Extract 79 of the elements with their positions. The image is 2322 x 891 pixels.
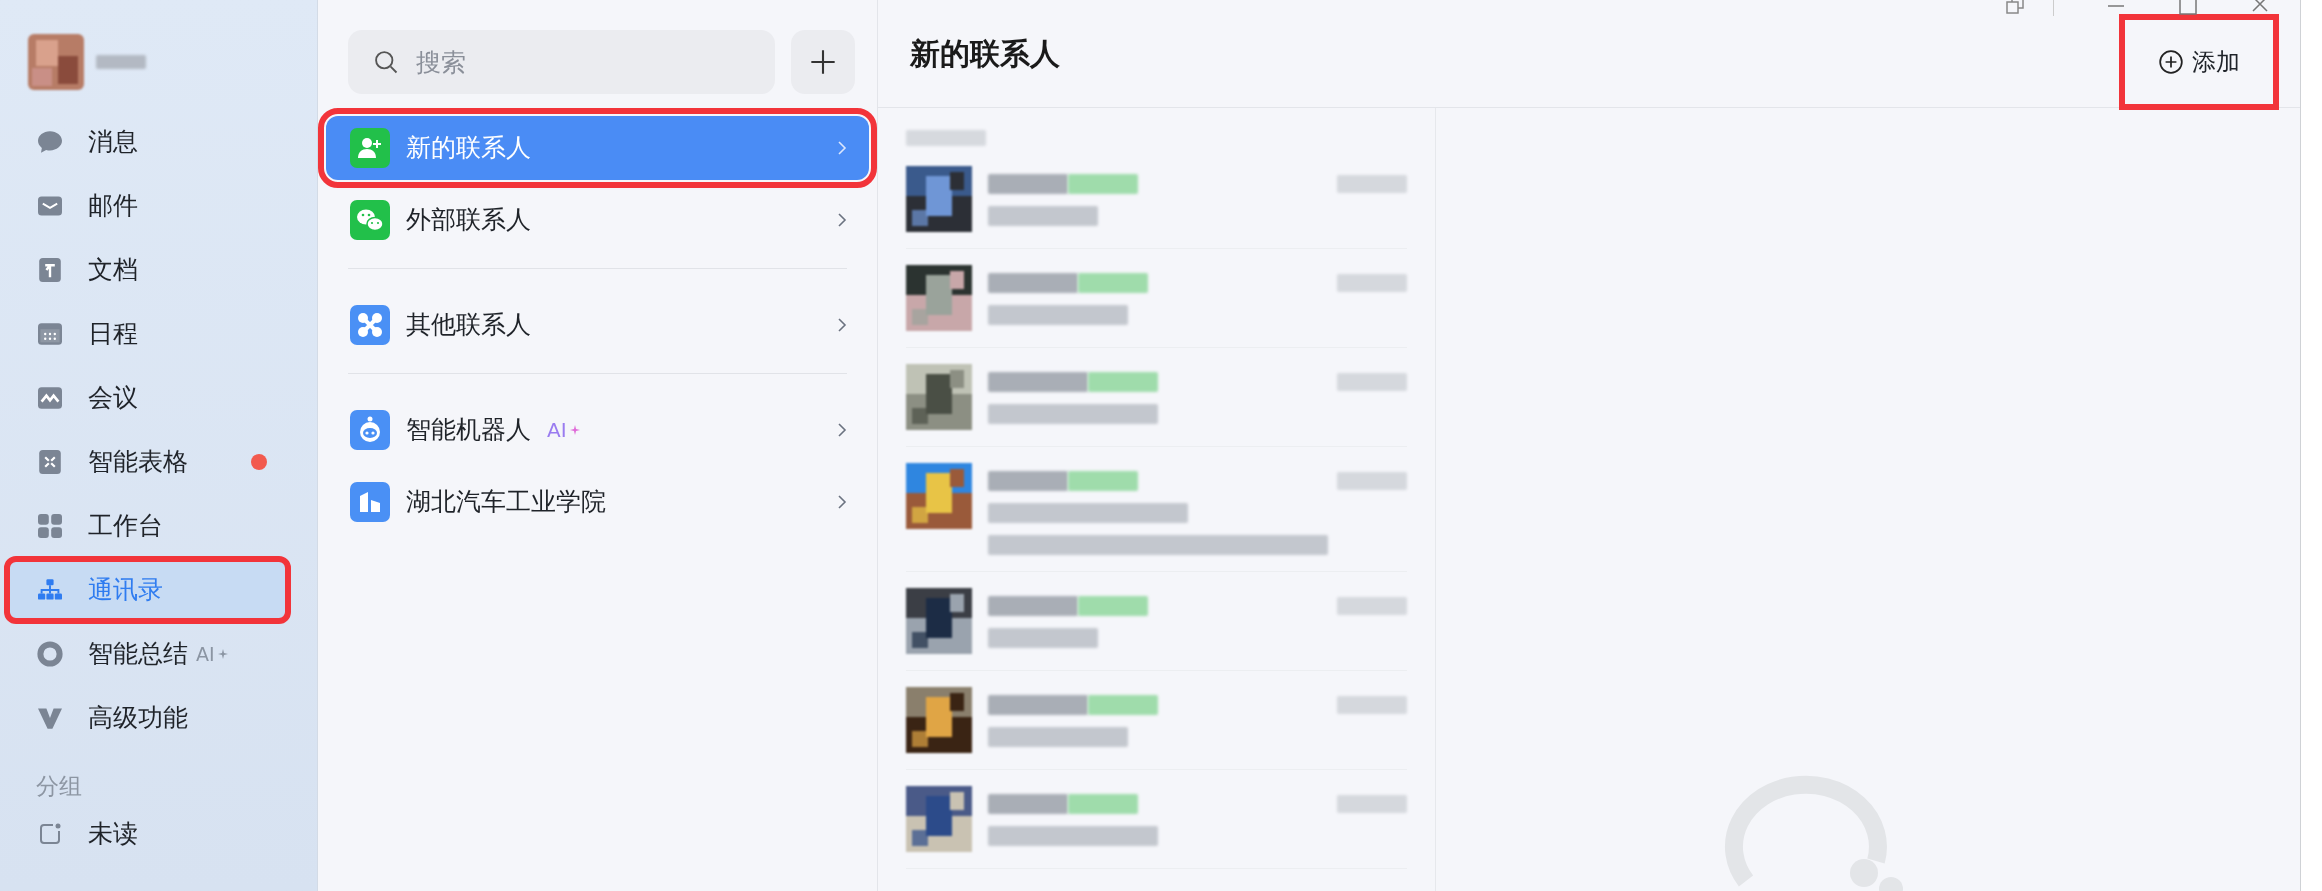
nav-label: 文档	[88, 254, 138, 287]
request-row[interactable]	[906, 588, 1407, 671]
nav-label: 消息	[88, 126, 138, 159]
add-circle-icon	[2158, 48, 2184, 75]
close-icon[interactable]	[2250, 0, 2270, 14]
maximize-icon[interactable]	[2178, 0, 2198, 16]
redacted-text	[1337, 175, 1407, 193]
redacted-text	[1337, 472, 1407, 490]
request-row[interactable]	[906, 364, 1407, 447]
add-contact-button[interactable]: 添加	[2122, 16, 2276, 107]
category-icon	[350, 410, 390, 450]
nav-label: 工作台	[88, 510, 163, 543]
redacted-text	[1068, 794, 1138, 814]
category-icon	[350, 128, 390, 168]
plus-icon	[809, 48, 837, 76]
nav-item[interactable]: 会议	[8, 368, 287, 428]
chevron-right-icon	[837, 494, 847, 510]
contact-category[interactable]: 湖北汽车工业学院	[326, 470, 869, 534]
page-title: 新的联系人	[910, 35, 1060, 73]
nav-item[interactable]: 智能总结 AI	[8, 624, 287, 684]
contact-category[interactable]: 外部联系人	[326, 188, 869, 252]
nav-item[interactable]: 日程	[8, 304, 287, 364]
category-label: 湖北汽车工业学院	[406, 486, 606, 519]
nav-icon	[35, 639, 65, 669]
redacted-text	[1068, 471, 1138, 491]
chevron-right-icon	[837, 317, 847, 333]
nav-icon	[35, 511, 65, 541]
search-field[interactable]: 搜索	[348, 30, 775, 94]
redacted-text	[1088, 695, 1158, 715]
nav-label: 会议	[88, 382, 138, 415]
ai-label: AI	[196, 641, 215, 667]
nav-label: 日程	[88, 318, 138, 351]
redacted-text	[1337, 795, 1407, 813]
redacted-text	[1078, 273, 1148, 293]
contact-category[interactable]: 其他联系人	[326, 293, 869, 357]
nav-label: 邮件	[88, 190, 138, 223]
category-label: 其他联系人	[406, 309, 531, 342]
redacted-text	[1337, 373, 1407, 391]
nav-label: 智能表格	[88, 446, 188, 479]
nav-item[interactable]: 智能表格	[8, 432, 287, 492]
nav-item[interactable]: 工作台	[8, 496, 287, 556]
pin-window-icon[interactable]	[2005, 0, 2025, 16]
redacted-text	[1337, 597, 1407, 615]
redacted-text	[1337, 274, 1407, 292]
request-row[interactable]	[906, 786, 1407, 869]
nav-item[interactable]: 文档	[8, 240, 287, 300]
nav-item[interactable]: 消息	[8, 112, 287, 172]
nav-label: 高级功能	[88, 702, 188, 735]
nav-label: 通讯录	[88, 574, 163, 607]
request-row[interactable]	[906, 166, 1407, 249]
request-row[interactable]	[906, 687, 1407, 770]
search-icon	[372, 48, 400, 76]
chevron-right-icon	[837, 140, 847, 156]
chevron-right-icon	[837, 422, 847, 438]
category-icon	[350, 482, 390, 522]
ai-label: AI	[547, 417, 567, 444]
redacted-text	[1337, 696, 1407, 714]
sparkle-icon	[217, 649, 228, 659]
unread-icon	[38, 822, 62, 846]
category-icon	[350, 200, 390, 240]
request-row[interactable]	[906, 265, 1407, 348]
redacted-text	[96, 55, 146, 69]
category-label: 新的联系人	[406, 132, 531, 165]
category-label: 外部联系人	[406, 204, 531, 237]
category-icon	[350, 305, 390, 345]
contact-category[interactable]: 智能机器人 AI	[326, 398, 869, 462]
sparkle-icon	[569, 425, 580, 435]
redacted-text	[1068, 174, 1138, 194]
chevron-right-icon	[837, 212, 847, 228]
redacted-text	[1088, 372, 1158, 392]
add-button[interactable]	[791, 30, 855, 94]
nav-item[interactable]: 邮件	[8, 176, 287, 236]
nav-item[interactable]: 高级功能	[8, 688, 287, 748]
group-label: 分组	[35, 771, 82, 801]
category-label: 智能机器人	[406, 414, 531, 447]
nav-label: 智能总结	[88, 638, 188, 671]
nav-label: 未读	[88, 818, 138, 851]
redacted-text	[1078, 596, 1148, 616]
nav-item[interactable]: 未读	[8, 806, 287, 862]
